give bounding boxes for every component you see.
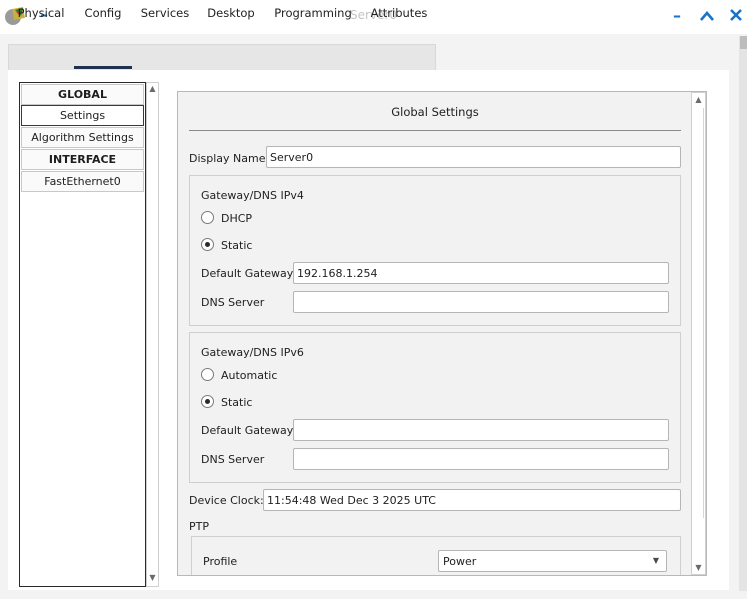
ipv6-automatic-label[interactable]: Automatic <box>221 369 277 382</box>
settings-scroll-thumb[interactable] <box>693 108 704 518</box>
ipv4-dns-label: DNS Server <box>201 296 265 309</box>
device-clock-label: Device Clock: <box>189 494 264 507</box>
ipv6-gateway-label: Default Gateway <box>201 424 294 437</box>
ipv6-gateway-input[interactable] <box>293 419 669 441</box>
ptp-profile-label: Profile <box>203 555 238 568</box>
display-name-label: Display Name <box>189 152 266 165</box>
ipv4-dns-input[interactable] <box>293 291 669 313</box>
ipv6-automatic-radio[interactable] <box>201 368 214 381</box>
ipv4-dhcp-label[interactable]: DHCP <box>221 212 252 225</box>
tab-config[interactable]: Config <box>76 0 130 26</box>
tab-services[interactable]: Services <box>137 0 193 26</box>
sidebar-scroll-up-icon[interactable]: ▲ <box>147 84 158 94</box>
ptp-profile-value: Power <box>443 555 477 568</box>
display-name-input[interactable]: Server0 <box>266 146 681 168</box>
chevron-down-icon: ▼ <box>652 556 659 565</box>
sidebar-scrollbar[interactable] <box>146 82 159 587</box>
minimize-icon[interactable]: – <box>668 7 686 25</box>
ipv6-dns-label: DNS Server <box>201 453 265 466</box>
ipv4-dhcp-radio[interactable] <box>201 211 214 224</box>
heading-divider <box>189 130 681 131</box>
sidebar-scroll-down-icon[interactable]: ▼ <box>147 573 158 583</box>
sidebar-header-global: GLOBAL <box>21 84 144 105</box>
sidebar-item-algorithm-settings[interactable]: Algorithm Settings <box>21 127 144 148</box>
tab-desktop[interactable]: Desktop <box>203 0 259 26</box>
ipv4-group-title: Gateway/DNS IPv4 <box>201 189 304 202</box>
ipv4-static-label[interactable]: Static <box>221 239 252 252</box>
ptp-section-title: PTP <box>189 520 209 533</box>
ipv4-static-radio[interactable] <box>201 238 214 251</box>
maximize-icon[interactable] <box>697 7 717 25</box>
tab-bar <box>8 44 436 70</box>
tab-physical[interactable]: Physical <box>14 0 68 26</box>
window-scrollbar-thumb[interactable] <box>740 36 747 49</box>
global-settings-heading: Global Settings <box>391 105 479 119</box>
tab-attributes[interactable]: Attributes <box>366 0 432 26</box>
sidebar-header-interface: INTERFACE <box>21 149 144 170</box>
close-icon[interactable] <box>727 6 745 24</box>
ipv4-gateway-input[interactable]: 192.168.1.254 <box>293 262 669 284</box>
ipv6-static-label[interactable]: Static <box>221 396 252 409</box>
device-clock-value: 11:54:48 Wed Dec 3 2025 UTC <box>263 489 681 511</box>
sidebar-item-settings[interactable]: Settings <box>21 105 144 126</box>
window-scrollbar[interactable] <box>739 36 747 591</box>
settings-scroll-up-icon[interactable]: ▲ <box>693 95 704 105</box>
active-tab-indicator <box>74 66 132 69</box>
ipv6-static-radio[interactable] <box>201 395 214 408</box>
settings-scroll-down-icon[interactable]: ▼ <box>693 563 704 573</box>
ipv4-gateway-label: Default Gateway <box>201 267 294 280</box>
ipv6-dns-input[interactable] <box>293 448 669 470</box>
ipv6-group-title: Gateway/DNS IPv6 <box>201 346 304 359</box>
tab-programming[interactable]: Programming <box>270 0 356 26</box>
sidebar-item-fastethernet0[interactable]: FastEthernet0 <box>21 171 144 192</box>
ptp-profile-select[interactable]: Power ▼ <box>438 550 667 572</box>
